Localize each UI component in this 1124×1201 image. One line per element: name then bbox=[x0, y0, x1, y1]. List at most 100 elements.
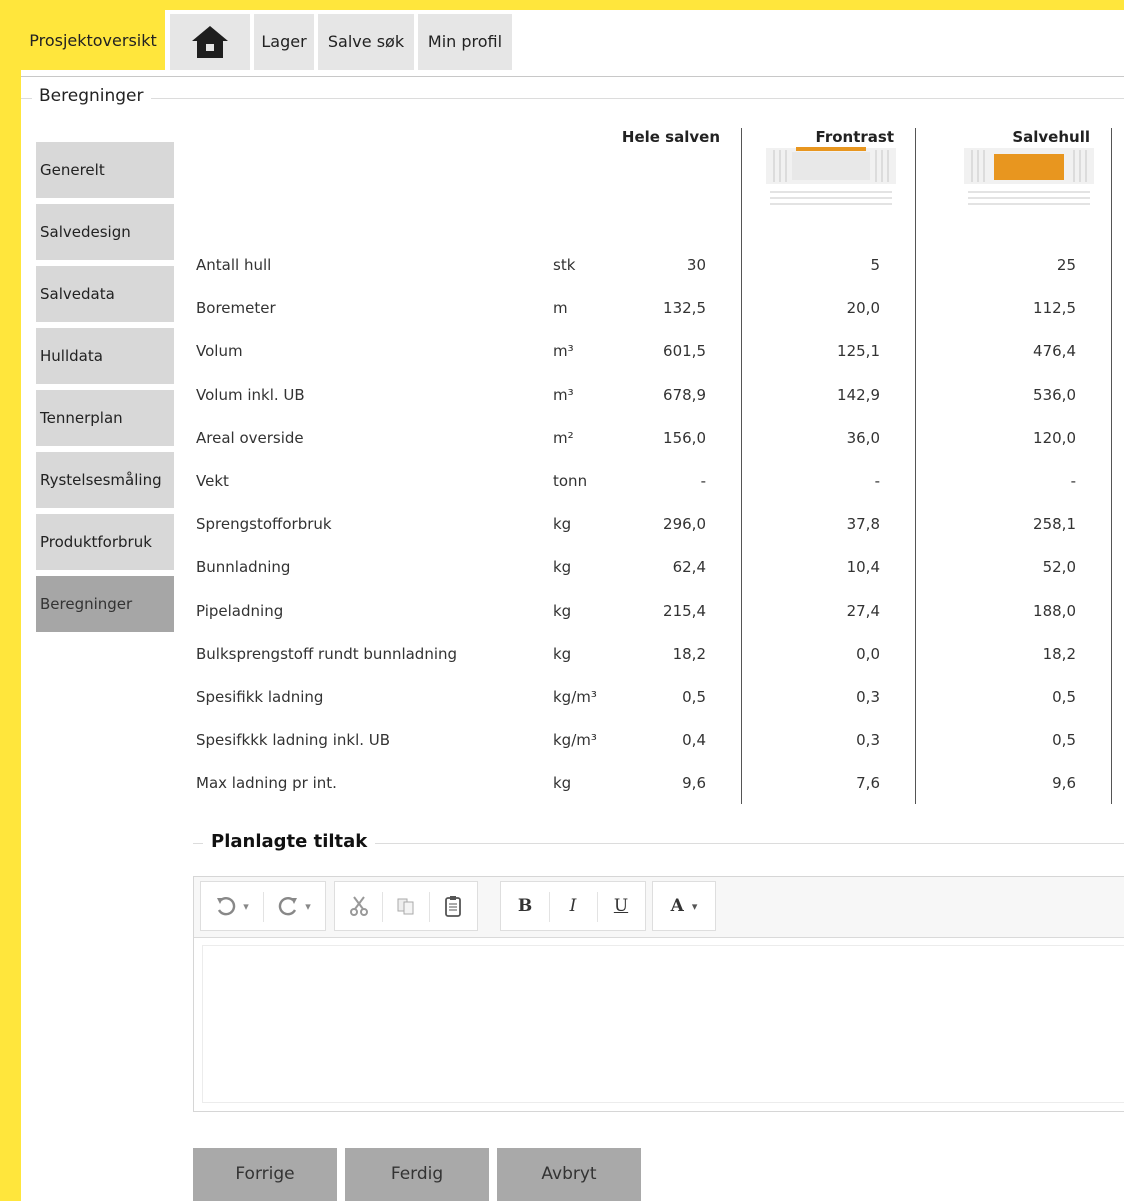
row-value: 7,6 bbox=[856, 774, 880, 792]
sidebar-item-produktforbruk[interactable]: Produktforbruk bbox=[36, 514, 174, 570]
row-value: 188,0 bbox=[1033, 602, 1076, 620]
salvehull-thumbnail bbox=[964, 148, 1094, 205]
copy-icon bbox=[397, 898, 413, 915]
row-unit: m² bbox=[553, 429, 574, 447]
row-label: Antall hull bbox=[196, 256, 272, 274]
section-divider bbox=[21, 98, 1124, 99]
row-value: 536,0 bbox=[1033, 386, 1076, 404]
finish-button[interactable]: Ferdig bbox=[345, 1148, 489, 1201]
row-label: Vekt bbox=[196, 472, 229, 490]
row-value: 112,5 bbox=[1033, 299, 1076, 317]
column-header-salvehull: Salvehull bbox=[1012, 128, 1090, 146]
row-value: 125,1 bbox=[837, 342, 880, 360]
row-label: Bulksprengstoff rundt bunnladning bbox=[196, 645, 458, 663]
row-value: 0,0 bbox=[856, 645, 880, 663]
row-unit: tonn bbox=[553, 472, 588, 490]
clipboard-group bbox=[334, 881, 478, 931]
row-value: 132,5 bbox=[663, 299, 706, 317]
row-value: 52,0 bbox=[1042, 558, 1076, 576]
row-unit: kg bbox=[553, 515, 572, 533]
column-separator bbox=[1111, 128, 1112, 804]
tab-prosjektoversikt[interactable]: Prosjektoversikt bbox=[21, 10, 165, 70]
row-value: 0,5 bbox=[682, 688, 706, 706]
tab-salve-sok[interactable]: Salve søk bbox=[318, 14, 414, 70]
row-value: 36,0 bbox=[846, 429, 880, 447]
color-group: A ▾ bbox=[652, 881, 716, 931]
row-value: 9,6 bbox=[682, 774, 706, 792]
row-value: 0,3 bbox=[856, 688, 880, 706]
undo-dropdown-icon: ▾ bbox=[243, 899, 249, 913]
nav-divider bbox=[21, 76, 1124, 77]
row-label: Volum bbox=[196, 342, 243, 360]
italic-button[interactable]: I bbox=[549, 882, 597, 930]
copy-button[interactable] bbox=[382, 882, 429, 930]
row-value: 0,5 bbox=[1052, 688, 1076, 706]
row-value: - bbox=[874, 472, 880, 490]
rich-text-editor: ▾ ▾ B I U A ▾ bbox=[193, 876, 1124, 1112]
sidebar-item-hulldata[interactable]: Hulldata bbox=[36, 328, 174, 384]
yellow-frame-top bbox=[0, 0, 1124, 10]
sidebar-item-tennerplan[interactable]: Tennerplan bbox=[36, 390, 174, 446]
paste-button[interactable] bbox=[429, 882, 476, 930]
sidebar-item-salvedesign[interactable]: Salvedesign bbox=[36, 204, 174, 260]
format-group: B I U bbox=[500, 881, 646, 931]
row-unit: kg bbox=[553, 774, 572, 792]
sidebar-item-beregninger[interactable]: Beregninger bbox=[36, 576, 174, 632]
sidebar-item-generelt[interactable]: Generelt bbox=[36, 142, 174, 198]
tab-lager[interactable]: Lager bbox=[254, 14, 314, 70]
row-value: 120,0 bbox=[1033, 429, 1076, 447]
row-unit: kg bbox=[553, 602, 572, 620]
top-navigation: Prosjektoversikt Lager Salve søk Min pro… bbox=[21, 10, 1124, 70]
row-unit: kg bbox=[553, 645, 572, 663]
row-value: 27,4 bbox=[846, 602, 880, 620]
row-label: Spesifkkk ladning inkl. UB bbox=[196, 731, 391, 749]
row-value: 0,4 bbox=[682, 731, 706, 749]
column-separator bbox=[741, 128, 742, 804]
row-label: Max ladning pr int. bbox=[196, 774, 337, 792]
underline-button[interactable]: U bbox=[597, 882, 645, 930]
row-value: 476,4 bbox=[1033, 342, 1076, 360]
row-label: Pipeladning bbox=[196, 602, 284, 620]
row-unit: m bbox=[553, 299, 568, 317]
cancel-button[interactable]: Avbryt bbox=[497, 1148, 641, 1201]
row-unit: m³ bbox=[553, 342, 574, 360]
home-icon bbox=[192, 26, 228, 58]
row-label: Sprengstofforbruk bbox=[196, 515, 332, 533]
row-value: 18,2 bbox=[1042, 645, 1076, 663]
row-unit: stk bbox=[553, 256, 576, 274]
font-color-dropdown-icon: ▾ bbox=[691, 899, 698, 913]
row-value: 156,0 bbox=[663, 429, 706, 447]
row-value: - bbox=[700, 472, 706, 490]
sidebar-item-rystelsesmaling[interactable]: Rystelsesmåling bbox=[36, 452, 174, 508]
column-header-frontrast: Frontrast bbox=[815, 128, 894, 146]
row-value: 296,0 bbox=[663, 515, 706, 533]
row-value: 678,9 bbox=[663, 386, 706, 404]
undo-button[interactable]: ▾ bbox=[201, 882, 263, 930]
undo-icon bbox=[217, 897, 236, 916]
tab-min-profil[interactable]: Min profil bbox=[418, 14, 512, 70]
yellow-frame-left bbox=[0, 0, 21, 1201]
paste-icon bbox=[444, 896, 461, 917]
bold-button[interactable]: B bbox=[501, 882, 549, 930]
row-label: Volum inkl. UB bbox=[196, 386, 305, 404]
row-value: - bbox=[1070, 472, 1076, 490]
previous-button[interactable]: Forrige bbox=[193, 1148, 337, 1201]
row-unit: m³ bbox=[553, 386, 574, 404]
font-color-button[interactable]: A ▾ bbox=[653, 882, 715, 930]
tiltak-text-area[interactable] bbox=[202, 945, 1124, 1103]
row-value: 30 bbox=[686, 256, 706, 274]
row-value: 258,1 bbox=[1033, 515, 1076, 533]
redo-button[interactable]: ▾ bbox=[263, 882, 325, 930]
frontrast-thumbnail bbox=[766, 147, 896, 205]
row-value: 0,5 bbox=[1052, 731, 1076, 749]
tiltak-title: Planlagte tiltak bbox=[203, 831, 376, 852]
row-value: 37,8 bbox=[846, 515, 880, 533]
section-title: Beregninger bbox=[32, 86, 151, 106]
home-button[interactable] bbox=[170, 14, 250, 70]
row-value: 0,3 bbox=[856, 731, 880, 749]
row-unit: kg bbox=[553, 558, 572, 576]
row-unit: kg/m³ bbox=[553, 731, 597, 749]
row-value: 20,0 bbox=[846, 299, 880, 317]
cut-button[interactable] bbox=[335, 882, 382, 930]
sidebar-item-salvedata[interactable]: Salvedata bbox=[36, 266, 174, 322]
